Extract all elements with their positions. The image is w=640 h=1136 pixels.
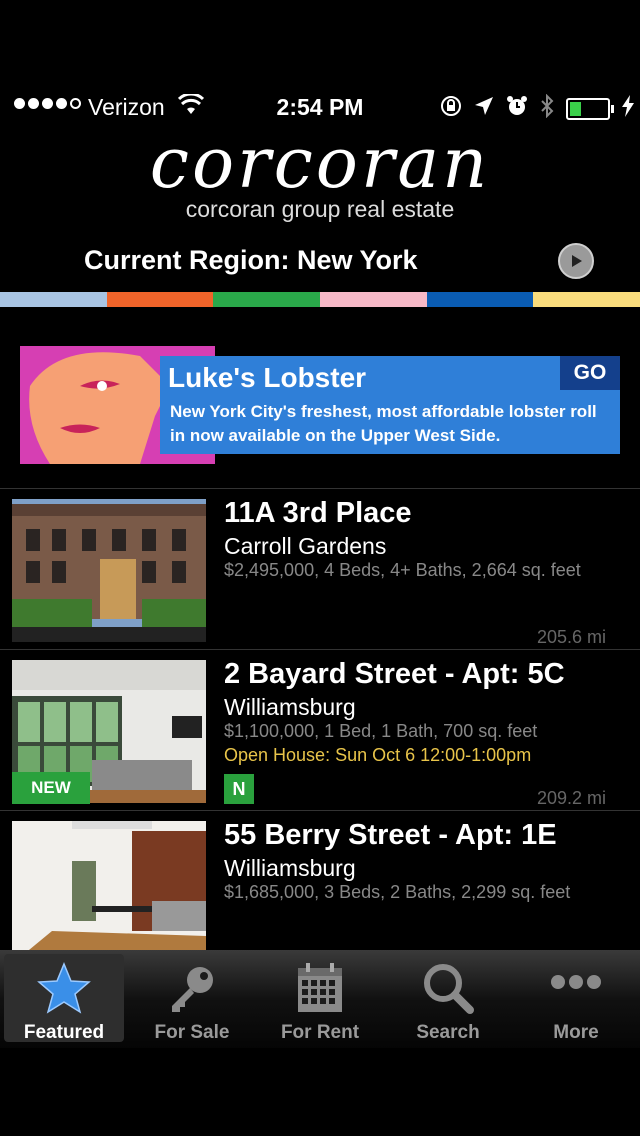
play-icon [572,255,582,267]
listing-details: $1,100,000, 1 Bed, 1 Bath, 700 sq. feet [224,721,538,741]
listing-photo [12,499,206,642]
calendar-icon [298,963,342,1012]
new-listing-badge: NEW [12,772,90,804]
tab-label: Featured [23,1022,105,1043]
color-strip-segment [0,292,107,307]
listing-photo [12,821,206,964]
brand-color-strip [0,292,640,307]
listing-neighborhood: Carroll Gardens [224,533,387,559]
bluetooth-icon [540,93,554,124]
location-arrow-icon [474,96,494,122]
rotation-lock-icon [440,95,462,123]
listing-row[interactable]: 55 Berry Street - Apt: 1E Williamsburg $… [0,810,640,971]
charging-bolt-icon [622,95,634,123]
listing-address: 11A 3rd Place [224,497,412,529]
color-strip-segment [213,292,321,307]
star-icon [37,962,91,1014]
ad-description: New York City's freshest, most affordabl… [170,402,597,445]
tab-label: For Rent [280,1022,360,1043]
listing-address: 2 Bayard Street - Apt: 5C [224,658,565,690]
color-strip-segment [426,292,534,307]
listing-neighborhood: Williamsburg [224,855,356,881]
listings-list: 11A 3rd Place Carroll Gardens $2,495,000… [0,488,640,971]
tab-bar: Featured For Sale For Rent Search More [0,950,640,1048]
tab-for-sale[interactable]: For Sale [128,950,256,1046]
color-strip-segment [106,292,214,307]
listing-row[interactable]: 11A 3rd Place Carroll Gardens $2,495,000… [0,488,640,649]
ad-banner[interactable]: Luke's Lobster New York City's freshest,… [20,346,620,464]
color-strip-segment [320,292,427,307]
listing-neighborhood: Williamsburg [224,694,356,720]
listing-distance: 205.6 mi [536,627,606,647]
listing-details: $1,685,000, 3 Beds, 2 Baths, 2,299 sq. f… [224,882,571,902]
listing-details: $2,495,000, 4 Beds, 4+ Baths, 2,664 sq. … [224,560,581,580]
color-strip-segment [533,292,640,307]
key-icon [172,967,213,1012]
more-icon [551,975,601,989]
tab-search[interactable]: Search [384,950,512,1046]
listing-open-house: Open House: Sun Oct 6 12:00-1:00pm [224,745,532,765]
ad-title: Luke's Lobster [168,362,367,393]
tab-more[interactable]: More [512,950,640,1046]
tab-label: For Sale [154,1022,230,1043]
tab-featured[interactable]: Featured [0,950,128,1046]
tab-for-rent[interactable]: For Rent [256,950,384,1046]
listing-address: 55 Berry Street - Apt: 1E [224,819,557,851]
alarm-icon [506,95,528,123]
battery-icon [566,98,614,120]
tab-label: Search [416,1022,480,1043]
change-region-button[interactable] [558,243,594,279]
logo-tagline: corcoran group real estate [185,196,455,222]
battery-level [570,102,581,116]
tab-label: More [553,1022,599,1043]
new-indicator-badge: N [224,774,254,804]
ad-go-button[interactable]: GO [560,356,620,390]
corcoran-logo: corcoran [149,122,491,204]
search-icon [424,964,474,1014]
listing-row[interactable]: NEW 2 Bayard Street - Apt: 5C Williamsbu… [0,649,640,810]
listing-distance: 209.2 mi [536,788,606,808]
current-region-label: Current Region: New York [84,245,418,275]
